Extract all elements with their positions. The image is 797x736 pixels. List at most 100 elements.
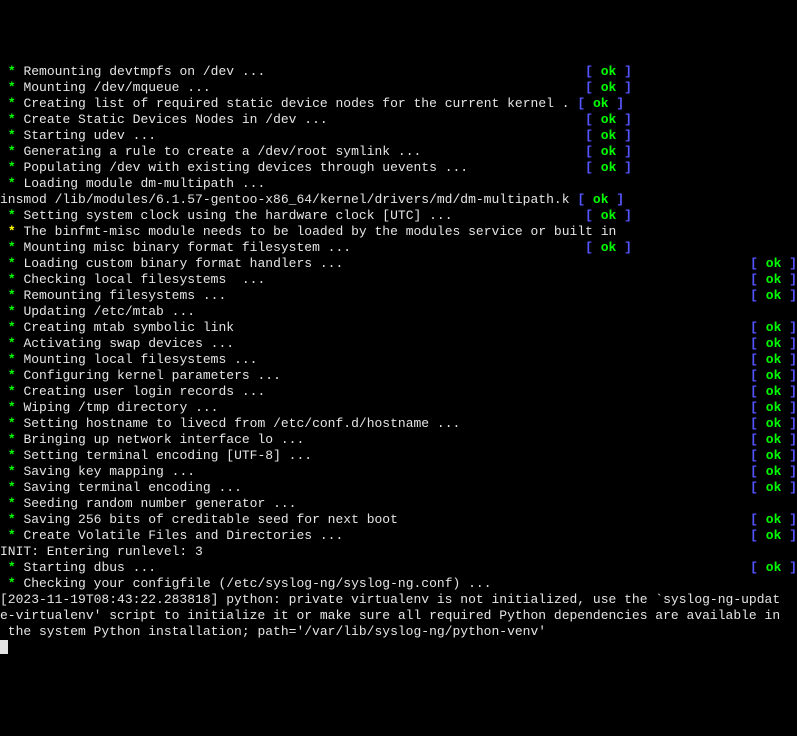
boot-line: * Creating list of required static devic… <box>0 96 797 112</box>
boot-line: * The binfmt-misc module needs to be loa… <box>0 224 797 240</box>
status-bracket-open: [ <box>750 480 766 495</box>
boot-message: Mounting misc binary format filesystem .… <box>23 240 351 255</box>
status-bracket-close: ] <box>781 528 797 543</box>
boot-message: Loading custom binary format handlers ..… <box>23 256 343 271</box>
boot-line: * Creating user login records ...[ ok ] <box>0 384 797 400</box>
status-ok: ok <box>766 272 782 287</box>
status-bracket-open: [ <box>750 512 766 527</box>
boot-message: [2023-11-19T08:43:22.283818] python: pri… <box>0 592 780 608</box>
bullet-star: * <box>8 416 16 431</box>
boot-line: * Saving 256 bits of creditable seed for… <box>0 512 797 528</box>
boot-line: * Saving key mapping ...[ ok ] <box>0 464 797 480</box>
bullet-star: * <box>8 272 16 287</box>
boot-line: * Wiping /tmp directory ...[ ok ] <box>0 400 797 416</box>
status-bracket-close: ] <box>609 96 625 111</box>
status-bracket-close: ] <box>616 80 632 95</box>
status-ok: ok <box>766 528 782 543</box>
status-ok: ok <box>593 96 609 111</box>
bullet-star: * <box>8 352 16 367</box>
status-ok: ok <box>601 240 617 255</box>
status-bracket-close: ] <box>781 272 797 287</box>
bullet-star: * <box>8 288 16 303</box>
cursor <box>0 640 8 654</box>
status-ok: ok <box>766 368 782 383</box>
bullet-star: * <box>8 400 16 415</box>
boot-message: Starting udev ... <box>23 128 156 143</box>
status-bracket-close: ] <box>781 384 797 399</box>
boot-message: Wiping /tmp directory ... <box>23 400 218 415</box>
boot-message: Mounting /dev/mqueue ... <box>23 80 210 95</box>
boot-line: * Checking your configfile (/etc/syslog-… <box>0 576 797 592</box>
boot-line: * Creating mtab symbolic link[ ok ] <box>0 320 797 336</box>
boot-message: Saving 256 bits of creditable seed for n… <box>23 512 397 527</box>
boot-message: Setting terminal encoding [UTF-8] ... <box>23 448 312 463</box>
status-bracket-close: ] <box>616 112 632 127</box>
status-ok: ok <box>766 480 782 495</box>
status-ok: ok <box>601 208 617 223</box>
boot-line: * Loading module dm-multipath ... <box>0 176 797 192</box>
status-bracket-open: [ <box>750 336 766 351</box>
boot-line: * Populating /dev with existing devices … <box>0 160 797 176</box>
boot-line: * Remounting devtmpfs on /dev ... [ ok ] <box>0 64 797 80</box>
boot-line: * Saving terminal encoding ...[ ok ] <box>0 480 797 496</box>
status-bracket-close: ] <box>781 416 797 431</box>
status-bracket-close: ] <box>781 368 797 383</box>
boot-line: * Create Static Devices Nodes in /dev ..… <box>0 112 797 128</box>
boot-line: * Mounting /dev/mqueue ... [ ok ] <box>0 80 797 96</box>
boot-line: e-virtualenv' script to initialize it or… <box>0 608 797 624</box>
boot-message: Generating a rule to create a /dev/root … <box>23 144 421 159</box>
status-ok: ok <box>766 432 782 447</box>
status-bracket-open: [ <box>750 528 766 543</box>
status-bracket-close: ] <box>781 256 797 271</box>
bullet-star: * <box>8 560 16 575</box>
status-ok: ok <box>601 64 617 79</box>
status-ok: ok <box>766 400 782 415</box>
status-ok: ok <box>766 384 782 399</box>
status-bracket-close: ] <box>616 240 632 255</box>
status-bracket-open: [ <box>750 256 766 271</box>
status-bracket-close: ] <box>781 336 797 351</box>
boot-message: Create Volatile Files and Directories ..… <box>23 528 343 543</box>
boot-message: Starting dbus ... <box>23 560 156 575</box>
status-bracket-open: [ <box>585 144 601 159</box>
status-ok: ok <box>601 144 617 159</box>
status-bracket-open: [ <box>750 368 766 383</box>
boot-message: The binfmt-misc module needs to be loade… <box>23 224 616 239</box>
status-bracket-open: [ <box>750 352 766 367</box>
boot-line: * Setting terminal encoding [UTF-8] ...[… <box>0 448 797 464</box>
bullet-star: * <box>8 256 16 271</box>
boot-message: e-virtualenv' script to initialize it or… <box>0 608 780 624</box>
status-bracket-close: ] <box>616 160 632 175</box>
bullet-star: * <box>8 576 16 591</box>
status-bracket-open: [ <box>750 320 766 335</box>
boot-line: * Generating a rule to create a /dev/roo… <box>0 144 797 160</box>
bullet-star: * <box>8 384 16 399</box>
boot-line: * Checking local filesystems ...[ ok ] <box>0 272 797 288</box>
status-ok: ok <box>601 128 617 143</box>
status-bracket-close: ] <box>781 400 797 415</box>
boot-line: * Starting dbus ...[ ok ] <box>0 560 797 576</box>
status-ok: ok <box>601 160 617 175</box>
boot-message: Saving key mapping ... <box>23 464 195 479</box>
status-ok: ok <box>601 112 617 127</box>
boot-line: * Create Volatile Files and Directories … <box>0 528 797 544</box>
boot-message: INIT: Entering runlevel: 3 <box>0 544 203 559</box>
boot-line: * Configuring kernel parameters ...[ ok … <box>0 368 797 384</box>
boot-message: Updating /etc/mtab ... <box>23 304 195 319</box>
status-bracket-close: ] <box>616 208 632 223</box>
status-bracket-open: [ <box>585 208 601 223</box>
bullet-star: * <box>8 464 16 479</box>
boot-line: INIT: Entering runlevel: 3 <box>0 544 797 560</box>
bullet-star: * <box>8 96 16 111</box>
status-bracket-open: [ <box>585 128 601 143</box>
bullet-star: * <box>8 336 16 351</box>
status-ok: ok <box>766 416 782 431</box>
status-bracket-open: [ <box>577 192 593 207</box>
status-ok: ok <box>766 464 782 479</box>
status-bracket-open: [ <box>750 272 766 287</box>
boot-line: * Mounting misc binary format filesystem… <box>0 240 797 256</box>
status-ok: ok <box>601 80 617 95</box>
status-bracket-close: ] <box>616 144 632 159</box>
status-bracket-close: ] <box>781 320 797 335</box>
boot-message: Setting system clock using the hardware … <box>23 208 452 223</box>
